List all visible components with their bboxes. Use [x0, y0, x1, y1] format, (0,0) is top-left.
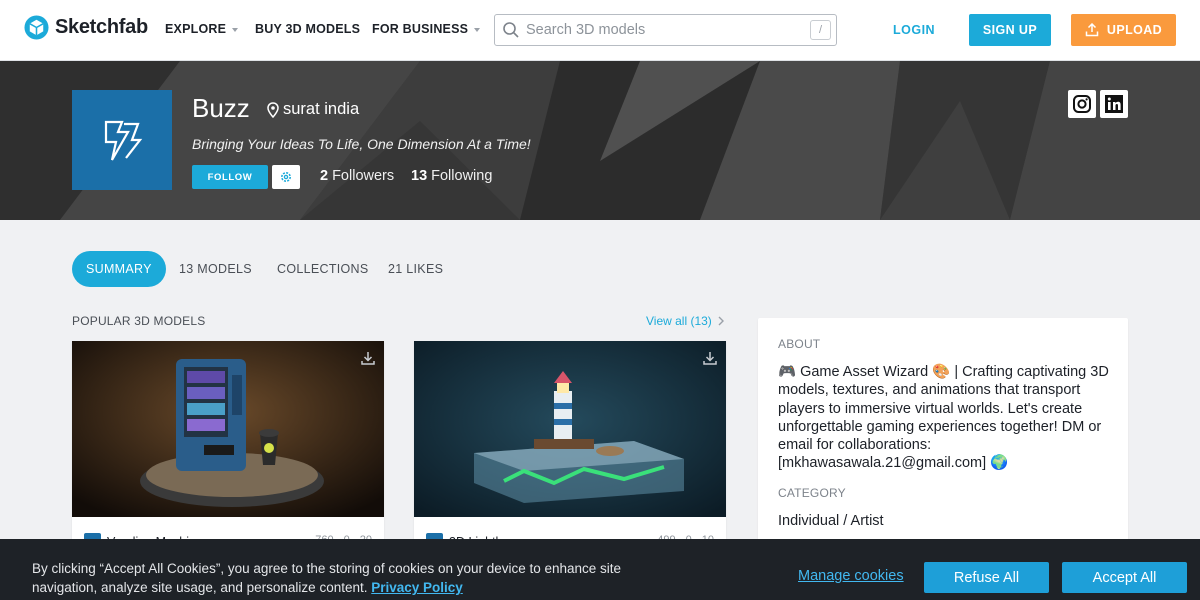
following-stat[interactable]: 13 Following: [411, 168, 492, 184]
nav-buy-label: BUY 3D MODELS: [255, 22, 361, 36]
logo-text: Sketchfab: [55, 16, 148, 38]
model-card[interactable]: Vending Machine 760 0 20: [72, 341, 384, 571]
manage-cookies-link[interactable]: Manage cookies: [798, 568, 904, 584]
linkedin-link[interactable]: [1100, 90, 1128, 118]
following-label: Following: [431, 168, 493, 184]
chevron-down-icon: [232, 27, 239, 32]
cookie-text: By clicking “Accept All Cookies”, you ag…: [32, 561, 622, 595]
download-icon[interactable]: [702, 350, 718, 366]
sketchfab-logo-icon: [24, 15, 49, 40]
accept-all-button[interactable]: Accept All: [1062, 562, 1187, 593]
nav-buy-3d-models[interactable]: BUY 3D MODELS: [255, 22, 360, 36]
nav-business-label: FOR BUSINESS: [372, 22, 469, 36]
location-text: surat india: [283, 100, 360, 118]
model-card[interactable]: 3D Lighthouse 499 0 10: [414, 341, 726, 571]
category-heading: CATEGORY: [778, 486, 846, 500]
view-all-label: View all (13): [646, 314, 712, 328]
model-thumbnail-3d-lighthouse[interactable]: [414, 341, 726, 517]
following-count: 13: [411, 168, 428, 184]
upload-button[interactable]: UPLOAD: [1071, 14, 1176, 46]
location-pin-icon: [267, 101, 279, 118]
sign-up-button[interactable]: SIGN UP: [969, 14, 1051, 46]
search-icon: [503, 22, 519, 38]
tab-summary[interactable]: SUMMARY: [72, 251, 166, 287]
settings-button[interactable]: [272, 165, 300, 189]
follow-button[interactable]: FOLLOW: [192, 165, 268, 189]
upload-label: UPLOAD: [1106, 23, 1163, 37]
search-shortcut-hint: /: [810, 20, 831, 40]
nav-explore-label: EXPLORE: [165, 22, 227, 36]
banner-background: [0, 61, 1200, 220]
about-text: 🎮 Game Asset Wizard 🎨 | Crafting captiva…: [778, 364, 1109, 472]
tab-collections[interactable]: COLLECTIONS: [277, 251, 369, 287]
about-heading: ABOUT: [778, 337, 821, 351]
cookie-message: By clicking “Accept All Cookies”, you ag…: [32, 559, 622, 597]
vending-machine-illustration: [72, 341, 384, 517]
sketchfab-logo[interactable]: Sketchfab: [24, 15, 148, 40]
cookie-banner: By clicking “Accept All Cookies”, you ag…: [0, 539, 1200, 600]
download-icon[interactable]: [360, 350, 376, 366]
profile-tagline: Bringing Your Ideas To Life, One Dimensi…: [192, 136, 531, 152]
profile-location: surat india: [267, 100, 359, 119]
instagram-link[interactable]: [1068, 90, 1096, 118]
lighthouse-illustration: [414, 341, 726, 517]
linkedin-icon: [1105, 95, 1123, 113]
avatar-logo-icon: [104, 120, 143, 161]
instagram-icon: [1073, 95, 1091, 113]
chevron-down-icon: [474, 27, 481, 32]
chevron-right-icon: [718, 316, 724, 326]
profile-username: Buzz: [192, 93, 250, 123]
view-all-link[interactable]: View all (13): [646, 314, 724, 328]
login-link[interactable]: LOGIN: [893, 23, 935, 37]
category-value: Individual / Artist: [778, 513, 884, 529]
top-navigation: Sketchfab EXPLORE BUY 3D MODELS FOR BUSI…: [0, 0, 1200, 61]
model-thumbnail-vending-machine[interactable]: [72, 341, 384, 517]
followers-count: 2: [320, 168, 329, 184]
tab-models[interactable]: 13 MODELS: [179, 251, 252, 287]
privacy-policy-link[interactable]: Privacy Policy: [371, 580, 463, 595]
refuse-all-button[interactable]: Refuse All: [924, 562, 1049, 593]
followers-label: Followers: [332, 168, 395, 184]
followers-stat[interactable]: 2 Followers: [320, 168, 394, 184]
search-box: /: [494, 14, 837, 46]
nav-explore[interactable]: EXPLORE: [165, 22, 239, 36]
profile-banner: Buzz surat india Bringing Your Ideas To …: [0, 61, 1200, 220]
upload-icon: [1085, 23, 1099, 37]
nav-for-business[interactable]: FOR BUSINESS: [372, 22, 481, 36]
avatar[interactable]: [72, 90, 172, 190]
tab-likes[interactable]: 21 LIKES: [388, 251, 443, 287]
search-input[interactable]: [526, 22, 796, 38]
gear-icon: [281, 172, 291, 182]
popular-models-title: POPULAR 3D MODELS: [72, 314, 206, 328]
